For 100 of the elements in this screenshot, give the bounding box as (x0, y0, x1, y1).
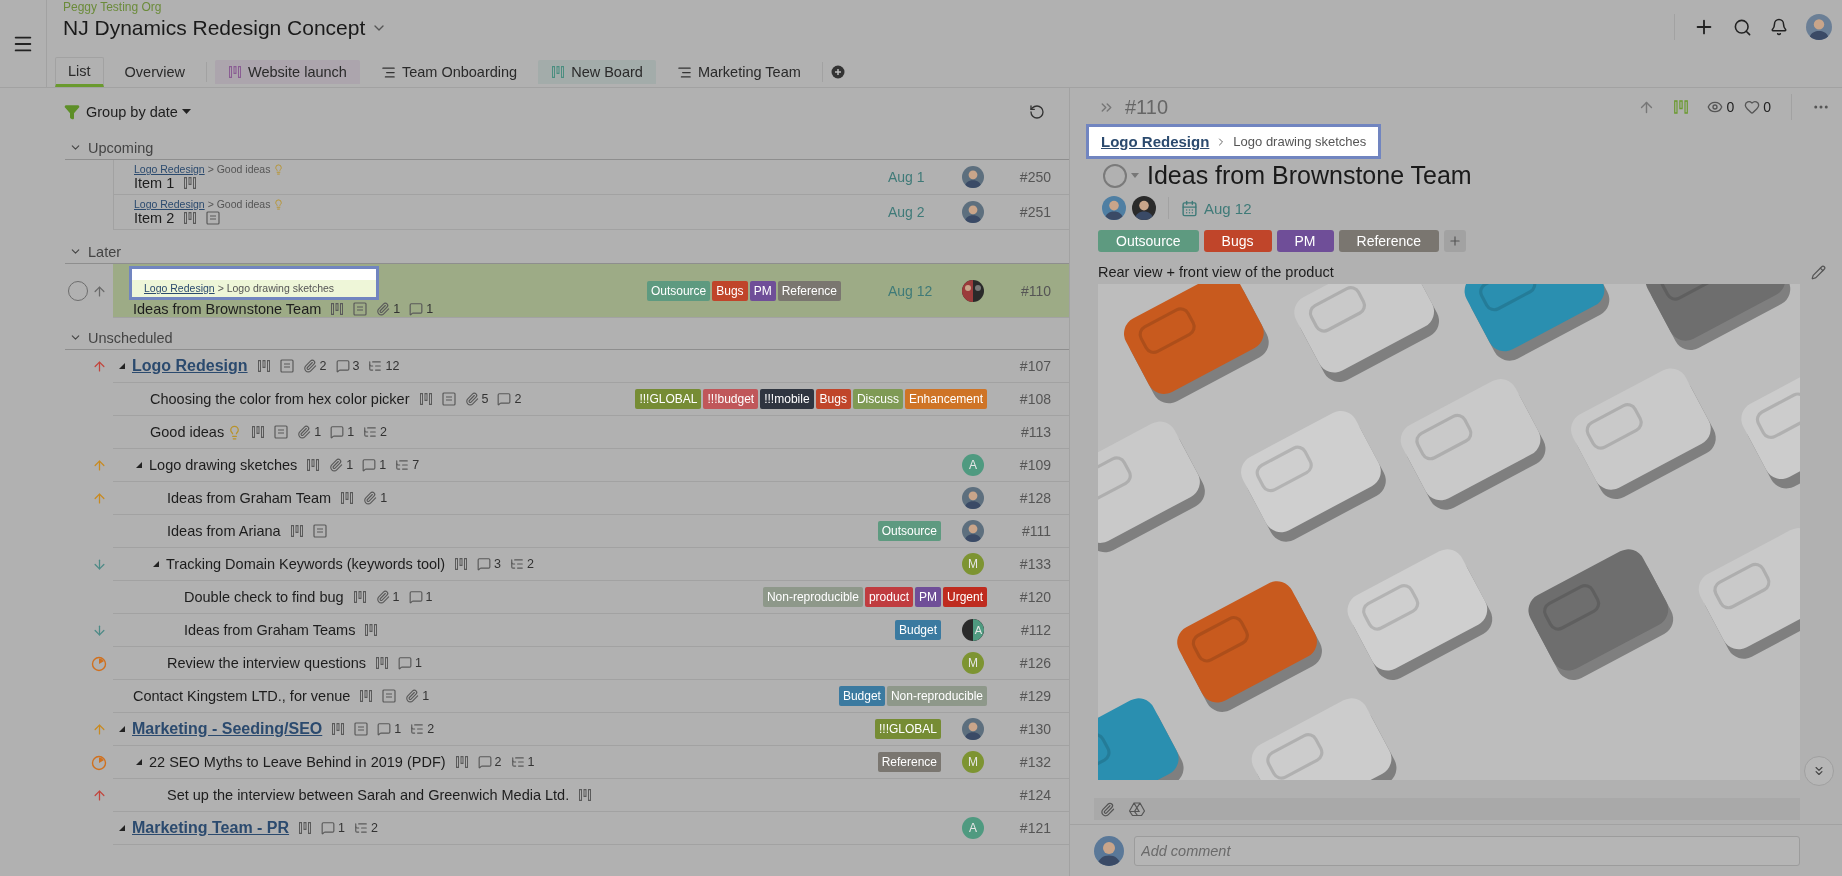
task-title: 22 SEO Myths to Leave Behind in 2019 (PDF) (149, 754, 446, 770)
task-row[interactable]: Review the interview questions 1 M #126 (113, 647, 1069, 680)
avatar-initial: A (962, 454, 984, 476)
task-row[interactable]: Marketing Team - PR 1 2 A #121 (113, 812, 1069, 845)
avatar-initial: M (962, 553, 984, 575)
task-row[interactable]: Ideas from Graham Team 1 #128 (113, 482, 1069, 515)
task-checkbox[interactable] (1103, 163, 1127, 188)
avatar-photo (962, 718, 984, 740)
task-row[interactable]: Marketing - Seeding/SEO 1 2 !!!GLOBAL #130 (113, 713, 1069, 746)
subtasks-icon (368, 359, 383, 373)
comment-icon (497, 392, 512, 406)
task-row[interactable]: Logo drawing sketches 1 1 7 A #109 (113, 449, 1069, 482)
task-number: #110 (1125, 95, 1168, 119)
calendar-icon[interactable] (1181, 199, 1198, 217)
comment-count: 1 (415, 656, 423, 670)
note-icon (279, 359, 294, 373)
search-button[interactable] (1733, 17, 1752, 37)
user-avatar (1806, 14, 1832, 40)
task-row[interactable]: Logo Redesign > Logo drawing sketches Ideas from Brownstone Team 1 1 Outsource Bugs PM Reference Aug 12 #110 (113, 264, 1069, 318)
list-icon (676, 64, 692, 80)
subtask-count: 2 (427, 722, 435, 736)
task-row[interactable]: Good ideas 1 1 2 #113 (113, 416, 1069, 449)
project-title: NJ Dynamics Redesign Concept (63, 16, 366, 40)
breadcrumb-link[interactable]: Logo Redesign (134, 163, 205, 175)
breadcrumb-link[interactable]: Logo Redesign (134, 198, 205, 210)
likes-button[interactable]: 0 (1744, 99, 1771, 115)
refresh-icon[interactable] (1029, 104, 1045, 120)
task-row[interactable]: Double check to find bug 1 1 Non-reproducible product PM Urgent #120 (113, 581, 1069, 614)
project-link[interactable]: Marketing - Seeding/SEO (132, 720, 323, 738)
add-tab-icon[interactable] (830, 65, 845, 79)
task-row[interactable]: Set up the interview between Sarah and Greenwich Media Ltd. #124 (113, 779, 1069, 812)
board-icon (578, 788, 593, 802)
paperclip-icon (405, 689, 420, 703)
note-icon (274, 425, 289, 439)
add-tag-button[interactable] (1444, 230, 1467, 252)
scroll-down-button[interactable] (1804, 756, 1834, 786)
watchers-button[interactable]: 0 (1707, 99, 1735, 115)
tab[interactable]: List (55, 57, 104, 87)
tab[interactable]: Website launch (215, 60, 360, 84)
caret-icon[interactable] (118, 824, 126, 832)
comment-count: 2 (494, 755, 502, 769)
task-row[interactable]: Ideas from Ariana Outsource #111 (113, 515, 1069, 548)
comment-count: 1 (379, 458, 387, 472)
plus-icon (1448, 234, 1463, 248)
comment-icon (477, 557, 492, 571)
caret-icon[interactable] (135, 758, 143, 766)
caret-icon[interactable] (152, 560, 160, 568)
assignee-avatar (1132, 196, 1156, 220)
board-icon (306, 458, 321, 472)
tag: Bugs (712, 280, 748, 301)
tag: PM (1276, 230, 1334, 252)
task-number: #128 (1018, 490, 1052, 506)
task-row[interactable]: 22 SEO Myths to Leave Behind in 2019 (PDF) 2 1 Reference M #132 (113, 746, 1069, 779)
paperclip-icon (329, 458, 344, 472)
assignee-avatar (1102, 196, 1126, 220)
tab[interactable]: Marketing Team (663, 60, 814, 84)
task-number: #113 (1019, 424, 1052, 440)
filter-icon (64, 104, 80, 120)
task-title: Ideas from Brownstone Team (1147, 161, 1472, 190)
due-date: Aug 12 (888, 282, 934, 299)
board-icon (340, 491, 355, 505)
project-link[interactable]: Logo Redesign (132, 357, 248, 375)
comment-count: 1 (394, 722, 402, 736)
drive-icon[interactable] (1129, 802, 1145, 816)
paperclip-icon[interactable] (1100, 801, 1115, 817)
tab[interactable]: Team Onboarding (367, 60, 531, 84)
task-row[interactable]: Choosing the color from hex color picker 5 2 !!!GLOBAL !!!budget !!!mobile Bugs Discuss Enhancement #108 (113, 383, 1069, 416)
caret-icon[interactable] (118, 725, 126, 733)
board-icon (375, 656, 390, 670)
group-header[interactable]: Unscheduled (65, 326, 1069, 350)
group-header[interactable]: Upcoming (65, 136, 1069, 160)
task-row[interactable]: Logo Redesign > Good ideas Item 1 Aug 1 #250 (113, 160, 1069, 195)
task-row[interactable]: Logo Redesign > Good ideas Item 2 Aug 2 #251 (113, 195, 1069, 230)
tag: Bugs (1203, 230, 1272, 252)
task-title: Double check to find bug (184, 589, 344, 605)
comment-field[interactable]: Add comment (1134, 835, 1800, 866)
tab[interactable]: New Board (538, 60, 656, 84)
board-icon (330, 302, 345, 316)
paperclip-icon (376, 302, 391, 316)
tab[interactable]: Overview (111, 60, 198, 84)
group-by-dropdown[interactable]: Group by date (86, 104, 191, 120)
tag: Outsource (646, 280, 711, 301)
notifications-button[interactable] (1770, 18, 1788, 36)
task-title: Ideas from Ariana (167, 523, 281, 539)
task-row[interactable]: Contact Kingstem LTD., for venue 1 Budget Non-reproducible #129 (113, 680, 1069, 713)
caret-icon[interactable] (118, 362, 126, 370)
board-icon (289, 524, 304, 538)
task-row[interactable]: Logo Redesign 2 3 12 #107 (113, 350, 1069, 383)
edit-icon[interactable] (1811, 264, 1826, 280)
task-row[interactable]: Tracking Domain Keywords (keywords tool) 3 2 M #133 (113, 548, 1069, 581)
project-link[interactable]: Marketing Team - PR (132, 819, 290, 837)
breadcrumb-link[interactable]: Logo Redesign (144, 282, 215, 294)
paperclip-icon (297, 425, 312, 439)
task-row[interactable]: Ideas from Graham Teams Budget A #112 (113, 614, 1069, 647)
subtasks-icon (354, 821, 369, 835)
paperclip-icon (464, 392, 479, 406)
breadcrumb-link[interactable]: Logo Redesign (1101, 133, 1210, 150)
comment-icon (408, 590, 423, 604)
caret-icon[interactable] (135, 461, 143, 469)
avatar-initial: M (962, 751, 984, 773)
